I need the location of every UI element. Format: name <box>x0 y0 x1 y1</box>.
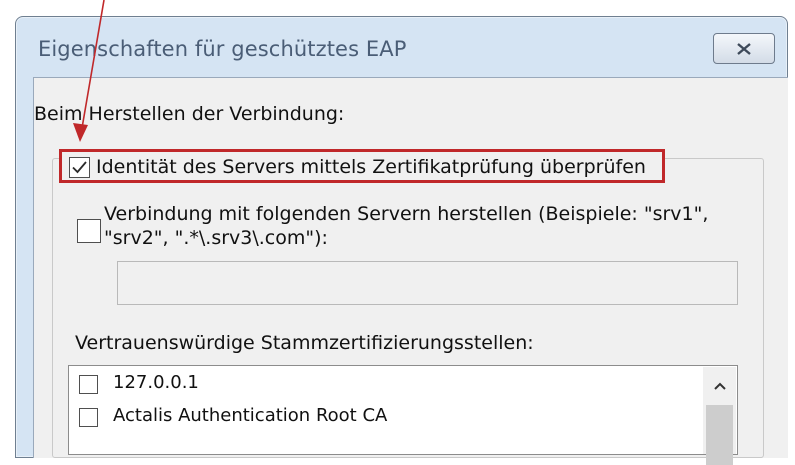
annotation-arrow <box>73 0 105 142</box>
